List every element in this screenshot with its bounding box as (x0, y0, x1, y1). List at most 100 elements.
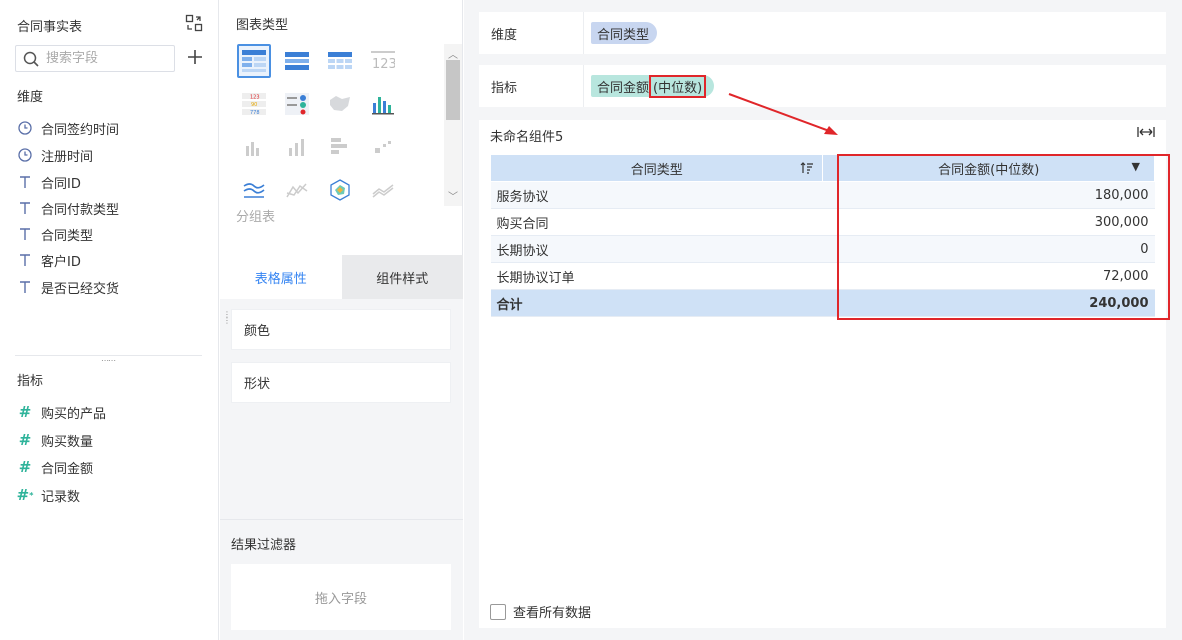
search-icon (23, 51, 39, 67)
expand-width-icon[interactable] (1137, 126, 1155, 141)
search-input[interactable] (46, 49, 171, 68)
hash-icon: # (18, 431, 32, 449)
clock-icon (17, 120, 33, 136)
cell-value: 0 (822, 235, 1155, 263)
text-field-icon (17, 174, 33, 190)
svg-text:123: 123 (250, 95, 260, 101)
kpi-number-type-icon[interactable]: 123 (366, 44, 400, 78)
field-label: 注册时间 (41, 149, 94, 165)
cell-value: 72,000 (822, 262, 1155, 290)
dimension-pill-label: 合同类型 (597, 27, 650, 43)
total-label: 合计 (490, 289, 823, 317)
field-item[interactable]: # 购买数量 (17, 430, 93, 450)
field-item[interactable]: 是否已经交货 (17, 277, 119, 297)
map-type-icon[interactable] (323, 87, 357, 121)
field-item[interactable]: 注册时间 (17, 145, 93, 165)
field-label: 合同付款类型 (41, 202, 120, 218)
header-contract-amount[interactable]: 合同金额(中位数) ▼ (822, 154, 1155, 182)
field-item[interactable]: # 购买的产品 (17, 402, 106, 422)
text-field-icon (17, 200, 33, 216)
chart-types-title: 图表类型 (236, 18, 289, 33)
horizontal-bar-type-icon[interactable] (323, 130, 357, 164)
measure-shelf: 指标 合同金额 (中位数) (479, 65, 1166, 107)
widget-title: 未命名组件5 (490, 130, 564, 145)
chart-type-scrollbar[interactable]: ︿ ﹀ (444, 44, 462, 206)
scatter-type-icon[interactable] (366, 130, 400, 164)
scroll-down-icon[interactable]: ﹀ (448, 188, 458, 203)
field-label: 合同签约时间 (41, 122, 120, 138)
clock-icon (17, 147, 33, 163)
dimensions-header: 维度 (17, 90, 44, 105)
dropdown-triangle-icon[interactable]: ▼ (1132, 160, 1140, 173)
measures-header: 指标 (17, 374, 44, 389)
field-item[interactable]: 合同签约时间 (17, 118, 119, 138)
tab-component-style[interactable]: 组件样式 (341, 255, 463, 299)
drag-handle-icon[interactable]: ⋯⋯ (101, 357, 116, 365)
scroll-up-icon[interactable]: ︿ (448, 46, 458, 61)
cell-value: 300,000 (822, 208, 1155, 236)
dimension-pill[interactable]: 合同类型 (591, 22, 658, 44)
field-item[interactable]: 合同ID (17, 172, 81, 192)
header-contract-type[interactable]: 合同类型 (489, 154, 824, 182)
properties-area: 颜色 形状 (220, 299, 463, 519)
table-row: 长期协议订单 72,000 (490, 262, 1155, 290)
field-label: 购买数量 (41, 434, 94, 450)
cell-category: 长期协议订单 (490, 262, 823, 290)
field-item[interactable]: 合同类型 (17, 224, 93, 244)
table-row: 服务协议 180,000 (490, 181, 1155, 209)
group-table-type-icon[interactable] (237, 44, 271, 78)
field-item[interactable]: # * 记录数 (17, 485, 80, 505)
show-all-label: 查看所有数据 (513, 606, 592, 621)
sort-icon[interactable] (800, 161, 814, 179)
detail-table-type-icon[interactable] (323, 44, 357, 78)
cross-table-type-icon[interactable] (280, 44, 314, 78)
field-panel: 合同事实表 维度 合同签约时间 注册时间 合同ID 合同付款类型 合同类型 (0, 0, 219, 640)
search-box (15, 45, 175, 72)
chart-config-panel: 图表类型 123 123 90 778 分组表 ︿ ﹀ 表格属性 组件样式 颜色… (220, 0, 463, 640)
text-field-icon (17, 252, 33, 268)
shape-property[interactable]: 形状 (231, 362, 451, 403)
column-chart-type-icon[interactable] (366, 87, 400, 121)
bar-chart-type-icon[interactable] (280, 130, 314, 164)
color-property[interactable]: 颜色 (231, 309, 451, 350)
hash-icon: # (18, 458, 32, 476)
field-item[interactable]: 客户ID (17, 250, 81, 270)
scrollbar-thumb[interactable] (446, 60, 460, 120)
show-all-data[interactable]: 查看所有数据 (490, 602, 591, 621)
hash-icon: # (18, 403, 32, 421)
indicator-card-type-icon[interactable] (280, 87, 314, 121)
field-label: 是否已经交货 (41, 281, 120, 297)
radar-type-icon[interactable] (323, 173, 357, 207)
kpi-card-type-icon[interactable]: 123 90 778 (237, 87, 271, 121)
drag-handle-icon[interactable]: ⋮ ⋮ (223, 311, 231, 325)
switch-dataset-icon[interactable] (185, 14, 203, 32)
field-item[interactable]: 合同付款类型 (17, 198, 119, 218)
svg-text:123: 123 (372, 57, 395, 71)
total-row: 合计 240,000 (490, 289, 1155, 317)
property-tabs: 表格属性 组件样式 (220, 255, 463, 299)
text-field-icon (17, 279, 33, 295)
result-filter-area: 结果过滤器 拖入字段 (220, 519, 463, 640)
cell-value: 180,000 (822, 181, 1155, 209)
grouped-bar-type-icon[interactable] (237, 130, 271, 164)
cell-category: 长期协议 (490, 235, 823, 263)
field-label: 合同ID (41, 176, 81, 192)
filter-drop-zone[interactable]: 拖入字段 (231, 564, 451, 630)
field-label: 合同金额 (41, 461, 94, 477)
tab-table-properties[interactable]: 表格属性 (220, 255, 342, 299)
add-field-icon[interactable] (186, 48, 204, 66)
show-all-checkbox[interactable] (490, 603, 506, 620)
hash-star-icon: # * (16, 486, 34, 504)
data-table: 合同类型 合同金额(中位数) ▼ 服务协议 180,000 购买合同 300,0… (489, 154, 1155, 317)
measure-shelf-label: 指标 (491, 80, 518, 96)
area-line-type-icon[interactable] (366, 173, 400, 207)
chart-type-label: 分组表 (236, 210, 276, 225)
polyline-type-icon[interactable] (280, 173, 314, 207)
measure-pill[interactable]: 合同金额 (中位数) (591, 74, 715, 98)
field-item[interactable]: # 合同金额 (17, 457, 93, 477)
aggregation-highlight: (中位数) (649, 74, 707, 98)
dimension-shelf: 维度 合同类型 (479, 12, 1166, 54)
line-chart-type-icon[interactable] (237, 173, 271, 207)
total-value: 240,000 (822, 289, 1155, 317)
dataset-title: 合同事实表 (17, 20, 83, 35)
